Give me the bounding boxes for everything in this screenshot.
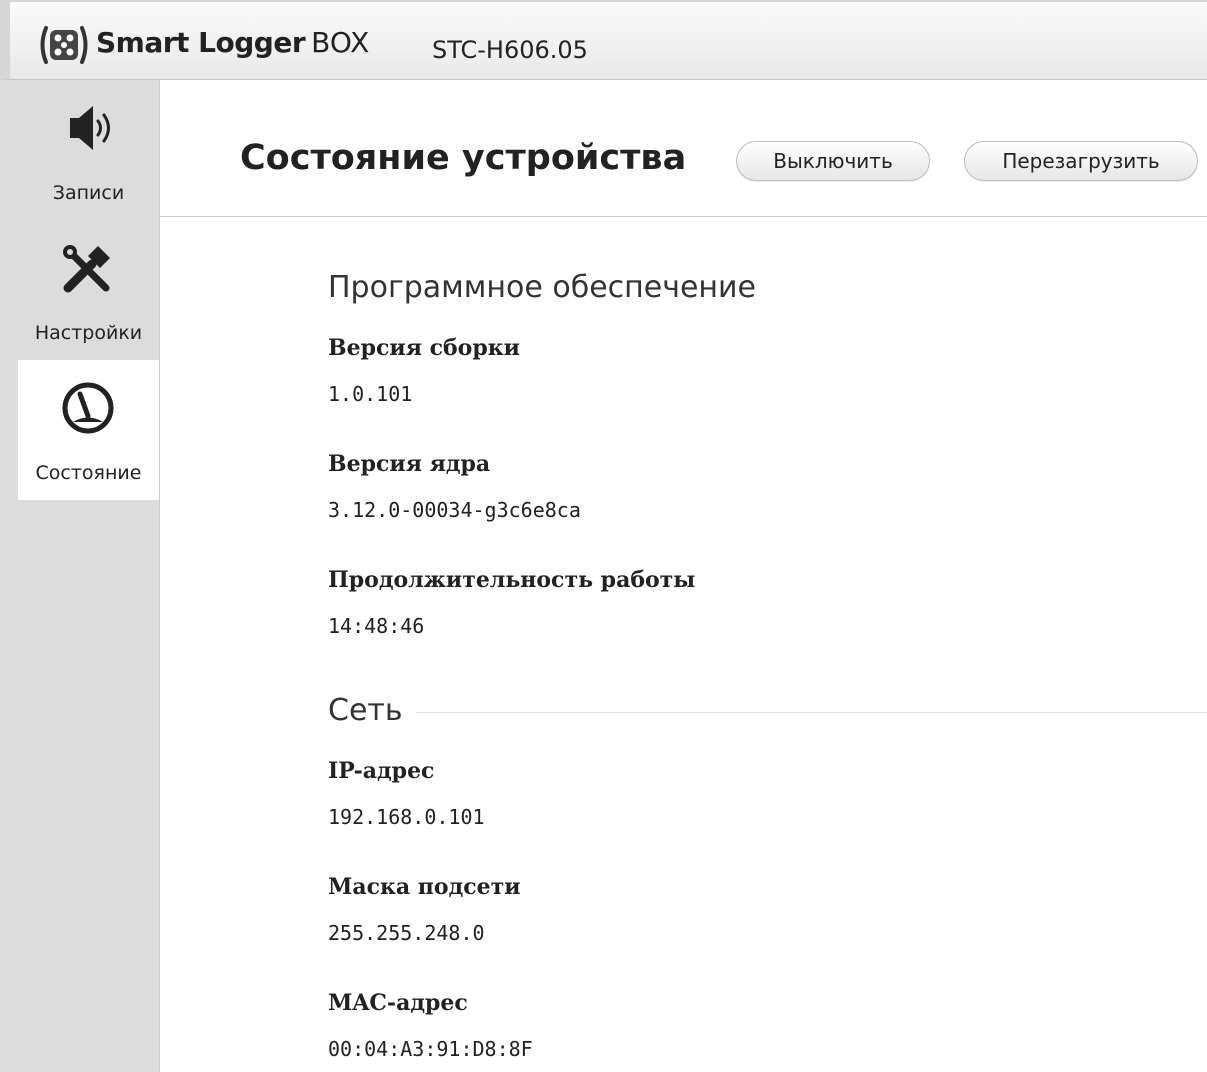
speaker-icon (70, 106, 110, 150)
ip-address-label: IP-адрес (328, 758, 435, 784)
app-header: Smart Logger BOX STC-H606.05 (0, 0, 1207, 80)
content-header: Состояние устройства Выключить Перезагру… (160, 80, 1207, 217)
shutdown-button[interactable]: Выключить (736, 141, 930, 181)
ip-address-value: 192.168.0.101 (328, 805, 485, 829)
sidebar-item-label: Состояние (35, 462, 142, 484)
brand-suffix: BOX (311, 26, 370, 59)
reboot-button[interactable]: Перезагрузить (964, 141, 1198, 181)
subnet-mask-label: Маска подсети (328, 874, 521, 900)
sidebar: Записи Настройки Состояние (0, 80, 160, 1072)
sidebar-item-records[interactable]: Записи (18, 80, 159, 220)
kernel-version-label: Версия ядра (328, 451, 491, 477)
sidebar-item-status[interactable]: Состояние (18, 360, 159, 500)
subnet-mask-value: 255.255.248.0 (328, 921, 485, 945)
section-divider (416, 712, 1207, 713)
app-brand: Smart Logger BOX (96, 26, 369, 60)
device-model: STC-H606.05 (432, 36, 588, 64)
gauge-icon (62, 382, 114, 434)
build-version-label: Версия сборки (328, 335, 520, 361)
uptime-value: 14:48:46 (328, 614, 425, 638)
build-version-value: 1.0.101 (328, 382, 413, 406)
brand-name: Smart Logger (96, 26, 306, 59)
logo-icon (40, 26, 88, 64)
section-title-software: Программное обеспечение (328, 270, 756, 305)
mac-address-value: 00:04:A3:91:D8:8F (328, 1037, 533, 1061)
sidebar-item-label: Настройки (34, 322, 143, 344)
mac-address-label: MAC-адрес (328, 990, 468, 1016)
tools-icon (63, 245, 110, 293)
kernel-version-value: 3.12.0-00034-g3c6e8ca (328, 498, 581, 522)
sidebar-item-label: Записи (52, 182, 125, 204)
page-title: Состояние устройства (240, 138, 687, 178)
section-title-network: Сеть (328, 693, 403, 728)
uptime-label: Продолжительность работы (328, 567, 696, 593)
sidebar-item-settings[interactable]: Настройки (18, 220, 159, 360)
